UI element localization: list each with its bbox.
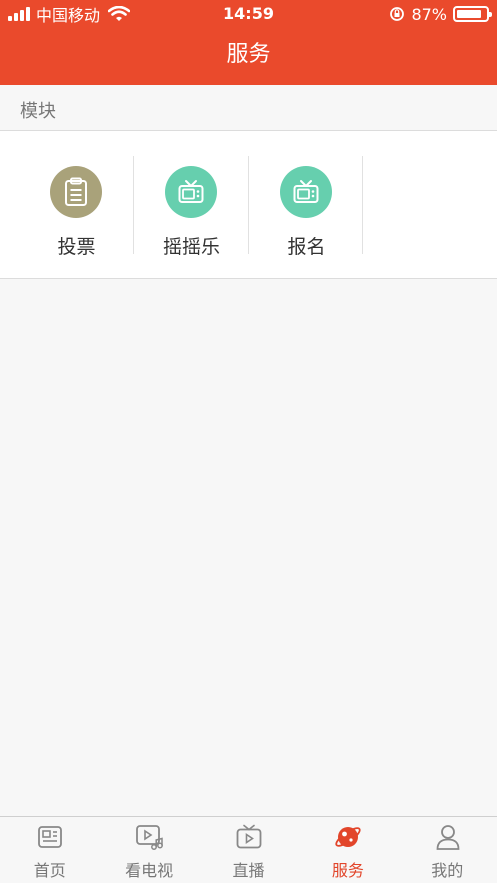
- top-bar: 中国移动 14:59 87% 服务: [0, 0, 497, 85]
- page-title: 服务: [226, 42, 271, 67]
- module-grid: 投票 摇摇乐 报名: [0, 131, 497, 279]
- section-header: 模块: [0, 85, 497, 131]
- tab-watch-tv[interactable]: 看电视: [99, 817, 198, 883]
- module-vote-label: 投票: [57, 236, 96, 258]
- video-music-icon: [136, 825, 164, 850]
- battery-level: [457, 10, 482, 18]
- status-bar: 中国移动 14:59 87%: [0, 0, 497, 28]
- module-divider: [362, 156, 363, 254]
- tab-live[interactable]: 直播: [199, 817, 298, 883]
- tab-home[interactable]: 首页: [0, 817, 99, 883]
- module-signup[interactable]: 报名: [249, 156, 364, 258]
- tab-live-label: 直播: [232, 861, 265, 880]
- tab-watch-tv-label: 看电视: [125, 861, 174, 880]
- planet-icon: [335, 827, 361, 847]
- tab-bar: 首页 看电视 直播 服务 我的: [0, 816, 497, 883]
- clipboard-icon: [65, 177, 87, 206]
- battery-icon: [453, 6, 492, 22]
- module-signup-icon-bg: [280, 166, 332, 218]
- user-icon: [436, 825, 459, 850]
- module-shake-icon-bg: [165, 166, 217, 218]
- module-signup-label: 报名: [287, 236, 326, 258]
- live-tv-icon: [236, 824, 262, 849]
- tab-mine-label: 我的: [431, 861, 464, 880]
- tab-home-label: 首页: [33, 861, 66, 880]
- module-vote-icon-bg: [50, 166, 102, 218]
- tv-icon: [178, 180, 204, 203]
- module-shake-label: 摇摇乐: [162, 236, 220, 258]
- tab-mine[interactable]: 我的: [398, 817, 497, 883]
- tv-icon: [293, 180, 319, 203]
- tab-service-label: 服务: [331, 861, 364, 880]
- battery-percent: 87%: [411, 4, 447, 24]
- section-title: 模块: [20, 101, 56, 122]
- module-shake[interactable]: 摇摇乐: [134, 156, 249, 258]
- module-vote[interactable]: 投票: [19, 156, 134, 258]
- news-icon: [38, 826, 62, 848]
- tab-service[interactable]: 服务: [298, 817, 397, 883]
- status-right: 87%: [389, 4, 492, 24]
- orientation-lock-icon: [390, 7, 405, 21]
